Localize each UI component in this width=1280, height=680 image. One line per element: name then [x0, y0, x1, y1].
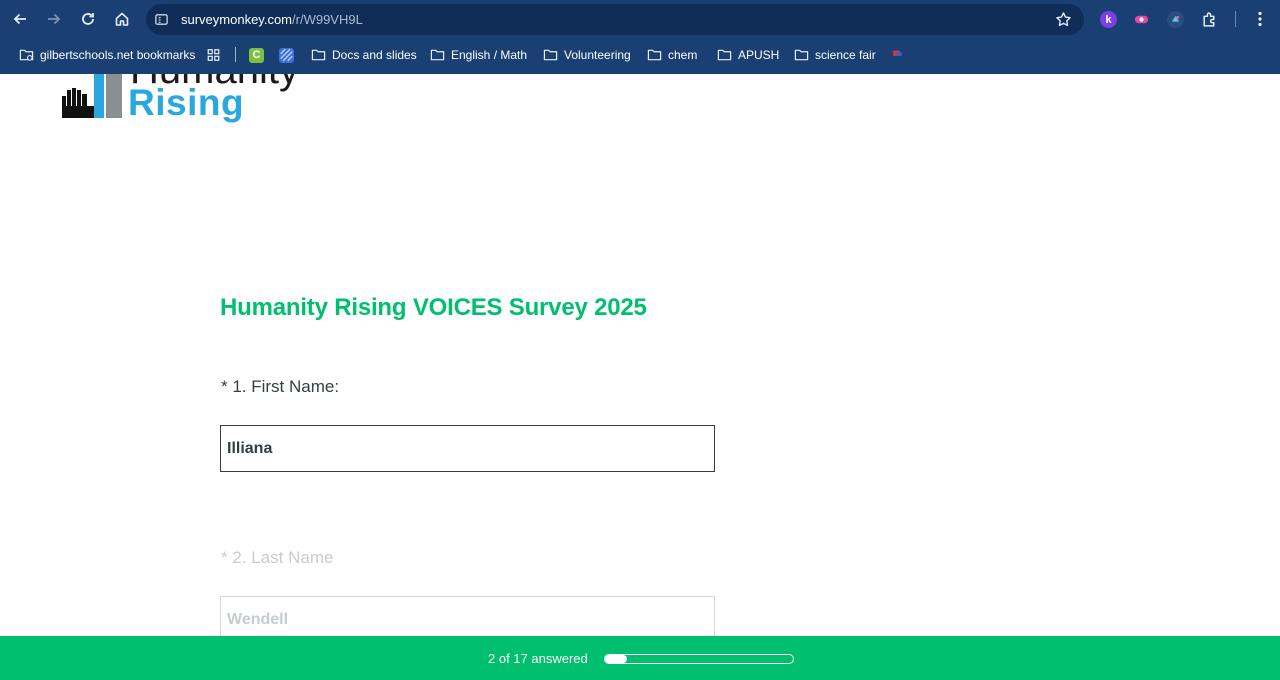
url-path: /r/W99VH9L — [292, 12, 363, 27]
bookmark-striped-app[interactable] — [279, 46, 294, 64]
screen-recorder-extension-icon[interactable] — [1133, 11, 1150, 28]
home-button[interactable] — [110, 7, 134, 31]
bookmarks-separator — [235, 47, 236, 62]
managed-folder-icon — [19, 49, 34, 61]
url-host: surveymonkey.com — [181, 12, 293, 27]
bookmark-c-app[interactable]: C — [249, 46, 264, 64]
bookmark-volunteering[interactable]: Volunteering — [543, 46, 631, 64]
arrow-left-icon — [13, 13, 26, 25]
progress-bar — [604, 654, 794, 664]
flag-app-icon — [893, 50, 902, 61]
more-options-icon[interactable] — [1250, 9, 1270, 29]
back-button[interactable] — [8, 7, 32, 31]
extension-app-icon[interactable] — [1167, 11, 1184, 28]
arrow-right-icon — [48, 13, 61, 25]
browser-toolbar: surveymonkey.com/r/W99VH9L k — [0, 0, 1280, 38]
bookmarks-bar: gilbertschools.net bookmarks C Docs and … — [0, 40, 1280, 70]
striped-app-icon — [279, 47, 294, 63]
progress-bar-fill — [605, 655, 628, 663]
address-bar[interactable]: surveymonkey.com/r/W99VH9L — [146, 4, 1084, 35]
reload-button[interactable] — [76, 7, 100, 31]
bookmark-english-math[interactable]: English / Math — [430, 46, 527, 64]
survey-title: Humanity Rising VOICES Survey 2025 — [220, 294, 647, 321]
folder-icon — [647, 49, 662, 61]
bookmark-star-icon[interactable] — [1055, 11, 1072, 28]
extensions-puzzle-icon[interactable] — [1201, 11, 1218, 28]
folder-icon — [543, 49, 558, 61]
progress-text: 2 of 17 answered — [488, 651, 588, 666]
toolbar-divider — [1235, 11, 1236, 27]
apps-grid-icon — [207, 49, 220, 61]
folder-icon — [717, 49, 732, 61]
bookmark-science-fair[interactable]: science fair — [794, 46, 876, 64]
folder-icon — [430, 49, 445, 61]
site-info-icon[interactable] — [154, 12, 169, 27]
first-name-input[interactable] — [220, 425, 715, 472]
bookmark-managed-folder[interactable]: gilbertschools.net bookmarks — [19, 46, 195, 64]
humanity-rising-logo[interactable]: Humanity Rising — [60, 74, 300, 126]
c-app-icon: C — [249, 47, 264, 63]
raised-hands-logo-icon — [62, 74, 122, 118]
bookmark-flag-app[interactable] — [890, 46, 905, 64]
logo-text-rising: Rising — [128, 82, 245, 123]
url-text[interactable]: surveymonkey.com/r/W99VH9L — [181, 12, 363, 27]
bookmark-apush[interactable]: APUSH — [717, 46, 779, 64]
bookmark-chem[interactable]: chem — [647, 46, 697, 64]
kahoot-extension-icon[interactable]: k — [1100, 11, 1117, 28]
progress-footer: 2 of 17 answered — [0, 636, 1280, 680]
folder-icon — [311, 49, 326, 61]
forward-button[interactable] — [42, 7, 66, 31]
home-icon — [115, 12, 129, 26]
reload-icon — [82, 13, 94, 25]
folder-icon — [794, 49, 809, 61]
browser-chrome: surveymonkey.com/r/W99VH9L k gilbertscho… — [0, 0, 1280, 74]
bookmark-docs-and-slides[interactable]: Docs and slides — [311, 46, 417, 64]
question-1-label: * 1. First Name: — [221, 377, 340, 396]
bookmark-apps-grid[interactable] — [206, 46, 221, 64]
question-2-label: * 2. Last Name — [221, 548, 334, 567]
